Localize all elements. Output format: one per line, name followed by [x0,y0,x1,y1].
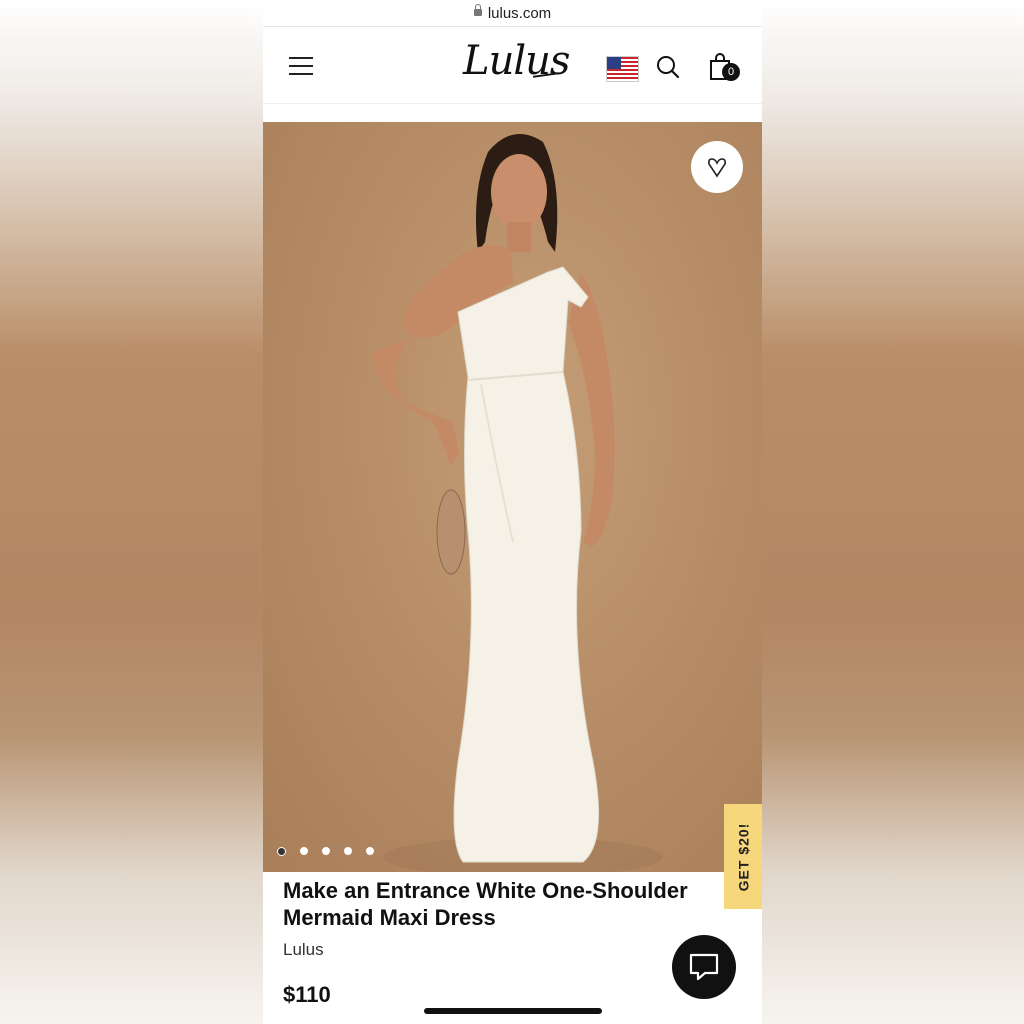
promo-label: GET $20! [735,822,752,891]
cart-count-badge[interactable]: 0 [722,63,740,81]
backdrop-right [762,0,1024,1024]
chat-bubble-icon [689,953,719,981]
carousel-dot-1[interactable] [277,847,286,856]
favorite-heart-button[interactable] [691,141,743,193]
product-image[interactable] [263,122,762,872]
carousel-dot-3[interactable] [322,847,330,855]
chat-button[interactable] [672,935,736,999]
site-header: Lulus 0 [263,27,762,104]
model-photo [373,134,663,872]
url-bar[interactable]: lulus.com [263,0,762,27]
heart-icon [708,158,726,178]
lock-icon [473,4,482,18]
carousel-dot-2[interactable] [300,847,308,855]
home-indicator [424,1008,602,1014]
menu-icon[interactable] [289,57,313,75]
carousel-dot-5[interactable] [366,847,374,855]
image-carousel-dots [277,847,374,856]
carousel-dot-4[interactable] [344,847,352,855]
brand-logo[interactable]: Lulus [463,39,570,83]
phone-screen: lulus.com Lulus 0 GET $20! Make an Entra… [263,0,762,1024]
us-flag-icon[interactable] [606,56,639,82]
backdrop-left [0,0,263,1024]
product-brand[interactable]: Lulus [283,940,324,960]
product-price: $110 [283,982,331,1007]
search-icon[interactable] [656,55,680,79]
product-title: Make an Entrance White One-Shoulder Merm… [283,878,688,930]
url-text: lulus.com [487,4,552,22]
get-20-promo-tab[interactable]: GET $20! [724,804,762,909]
